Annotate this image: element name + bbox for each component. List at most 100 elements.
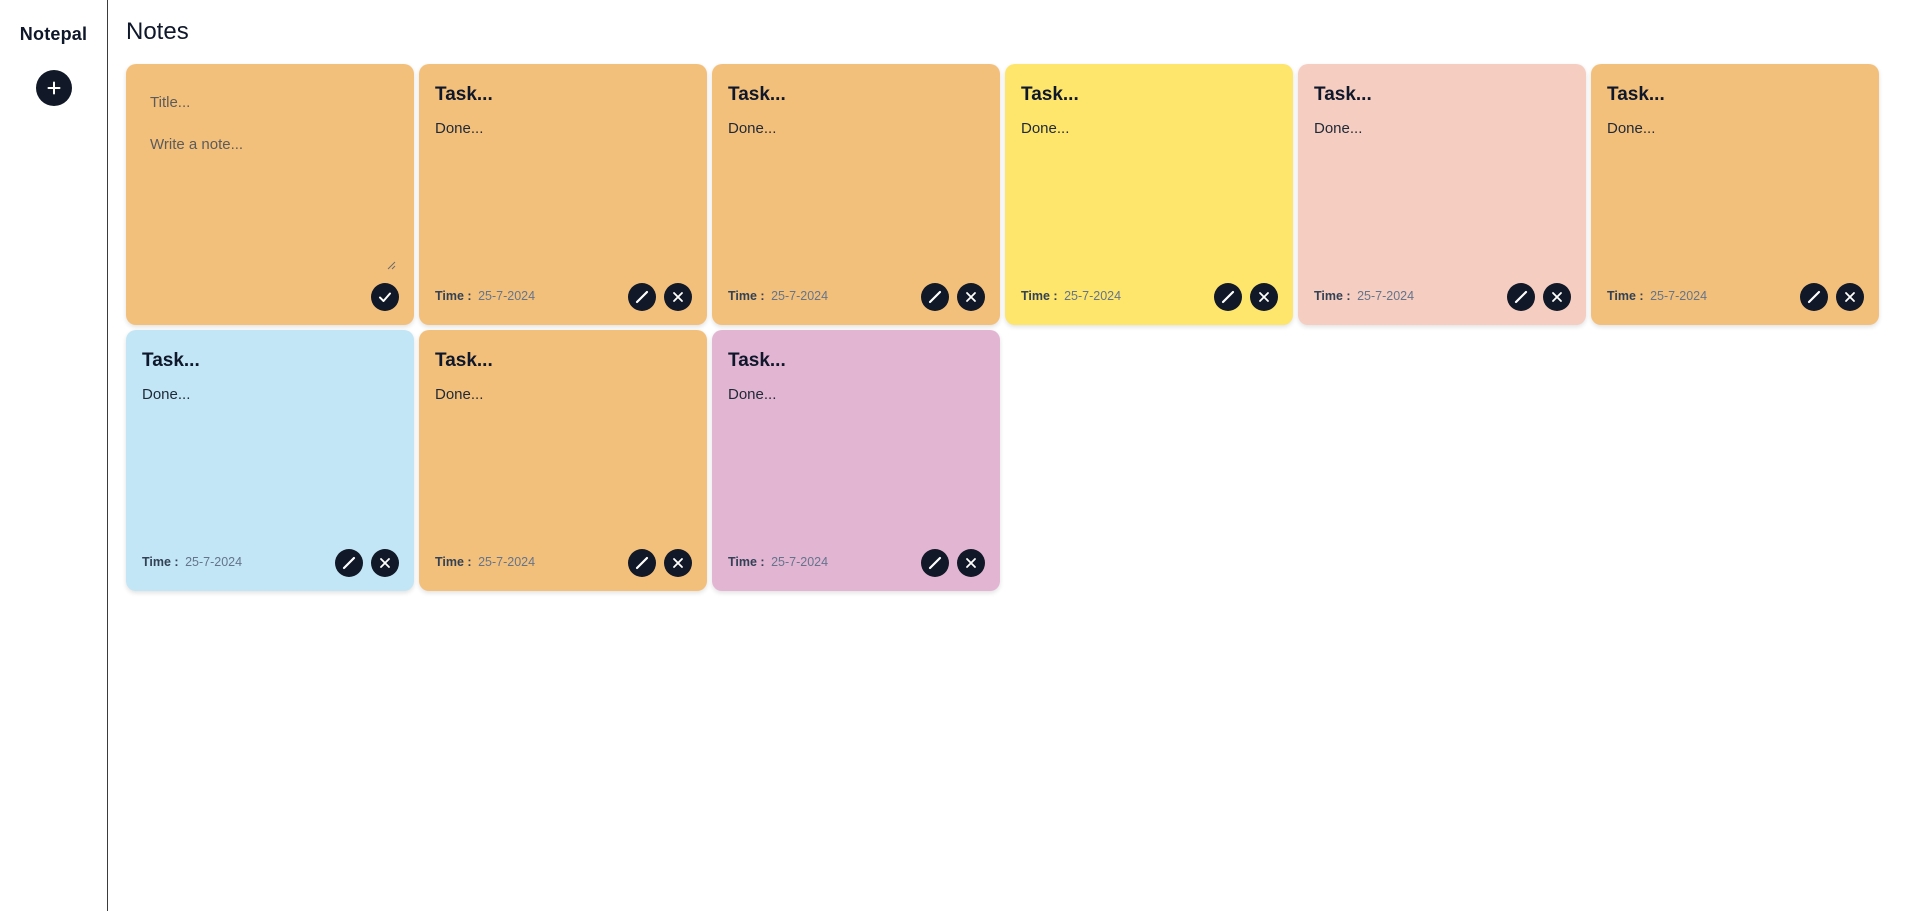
note-card: Task... Done... Time : 25-7-2024: [419, 64, 707, 325]
time-value: 25-7-2024: [185, 555, 243, 569]
close-icon: [673, 558, 683, 568]
brand-name: Notepal: [19, 24, 88, 44]
note-timestamp: Time : 25-7-2024: [1021, 289, 1121, 303]
main-area: Notes Task... Done... Time : 25-7-2024: [126, 0, 1920, 911]
note-actions: [1800, 283, 1864, 311]
note-timestamp: Time : 25-7-2024: [1314, 289, 1414, 303]
edit-note-button[interactable]: [335, 549, 363, 577]
time-label: Time :: [1021, 289, 1058, 303]
note-card: Task... Done... Time : 25-7-2024: [419, 330, 707, 591]
delete-note-button[interactable]: [1543, 283, 1571, 311]
resize-handle-icon[interactable]: [386, 260, 396, 270]
note-timestamp: Time : 25-7-2024: [1607, 289, 1707, 303]
pencil-icon: [928, 290, 942, 304]
time-value: 25-7-2024: [1357, 289, 1415, 303]
note-timestamp: Time : 25-7-2024: [728, 289, 828, 303]
time-value: 25-7-2024: [478, 289, 536, 303]
note-timestamp: Time : 25-7-2024: [435, 289, 535, 303]
sidebar: Notepal: [0, 0, 108, 911]
close-icon: [380, 558, 390, 568]
delete-note-button[interactable]: [957, 283, 985, 311]
edit-note-button[interactable]: [1214, 283, 1242, 311]
delete-note-button[interactable]: [664, 283, 692, 311]
note-title: Task...: [1607, 84, 1665, 105]
note-title: Task...: [435, 84, 493, 105]
pencil-icon: [635, 556, 649, 570]
time-label: Time :: [728, 289, 765, 303]
note-card: Task... Done... Time : 25-7-2024: [1005, 64, 1293, 325]
note-actions: [921, 283, 985, 311]
pencil-icon: [1221, 290, 1235, 304]
note-card: Task... Done... Time : 25-7-2024: [126, 330, 414, 591]
time-value: 25-7-2024: [1064, 289, 1122, 303]
note-body-textarea[interactable]: [148, 134, 402, 270]
time-value: 25-7-2024: [771, 289, 829, 303]
edit-note-button[interactable]: [628, 283, 656, 311]
note-actions: [921, 549, 985, 577]
close-icon: [966, 292, 976, 302]
check-icon: [379, 292, 391, 302]
note-title: Task...: [1314, 84, 1372, 105]
close-icon: [1259, 292, 1269, 302]
time-label: Time :: [1314, 289, 1351, 303]
note-text: Done...: [1314, 120, 1363, 137]
note-actions: [628, 283, 692, 311]
note-title: Task...: [728, 84, 786, 105]
close-icon: [966, 558, 976, 568]
notes-grid: Task... Done... Time : 25-7-2024 Task...…: [126, 64, 1879, 591]
time-label: Time :: [435, 289, 472, 303]
time-value: 25-7-2024: [771, 555, 829, 569]
close-icon: [1552, 292, 1562, 302]
delete-note-button[interactable]: [1250, 283, 1278, 311]
note-card: Task... Done... Time : 25-7-2024: [712, 64, 1000, 325]
pencil-icon: [928, 556, 942, 570]
edit-note-button[interactable]: [921, 283, 949, 311]
note-title: Task...: [435, 350, 493, 371]
close-icon: [673, 292, 683, 302]
note-text: Done...: [1021, 120, 1070, 137]
note-card: Task... Done... Time : 25-7-2024: [1591, 64, 1879, 325]
plus-icon: [47, 81, 61, 95]
time-label: Time :: [1607, 289, 1644, 303]
add-note-button[interactable]: [36, 70, 72, 106]
time-label: Time :: [435, 555, 472, 569]
note-text: Done...: [142, 386, 191, 403]
pencil-icon: [635, 290, 649, 304]
note-composer: [126, 64, 414, 325]
note-timestamp: Time : 25-7-2024: [142, 555, 242, 569]
note-title-input[interactable]: [148, 88, 382, 116]
note-text: Done...: [435, 120, 484, 137]
note-text: Done...: [435, 386, 484, 403]
note-timestamp: Time : 25-7-2024: [435, 555, 535, 569]
pencil-icon: [1514, 290, 1528, 304]
close-icon: [1845, 292, 1855, 302]
delete-note-button[interactable]: [664, 549, 692, 577]
note-text: Done...: [1607, 120, 1656, 137]
note-text: Done...: [728, 120, 777, 137]
time-value: 25-7-2024: [478, 555, 536, 569]
note-title: Task...: [728, 350, 786, 371]
note-card: Task... Done... Time : 25-7-2024: [712, 330, 1000, 591]
delete-note-button[interactable]: [957, 549, 985, 577]
note-text: Done...: [728, 386, 777, 403]
edit-note-button[interactable]: [628, 549, 656, 577]
note-card: Task... Done... Time : 25-7-2024: [1298, 64, 1586, 325]
edit-note-button[interactable]: [1800, 283, 1828, 311]
app: Notepal Notes Task... D: [0, 0, 1920, 911]
edit-note-button[interactable]: [921, 549, 949, 577]
note-actions: [1507, 283, 1571, 311]
note-actions: [1214, 283, 1278, 311]
pencil-icon: [342, 556, 356, 570]
time-label: Time :: [728, 555, 765, 569]
note-actions: [628, 549, 692, 577]
edit-note-button[interactable]: [1507, 283, 1535, 311]
save-note-button[interactable]: [371, 283, 399, 311]
note-title: Task...: [1021, 84, 1079, 105]
page-title: Notes: [126, 18, 189, 45]
note-actions: [335, 549, 399, 577]
delete-note-button[interactable]: [371, 549, 399, 577]
note-timestamp: Time : 25-7-2024: [728, 555, 828, 569]
pencil-icon: [1807, 290, 1821, 304]
delete-note-button[interactable]: [1836, 283, 1864, 311]
time-label: Time :: [142, 555, 179, 569]
